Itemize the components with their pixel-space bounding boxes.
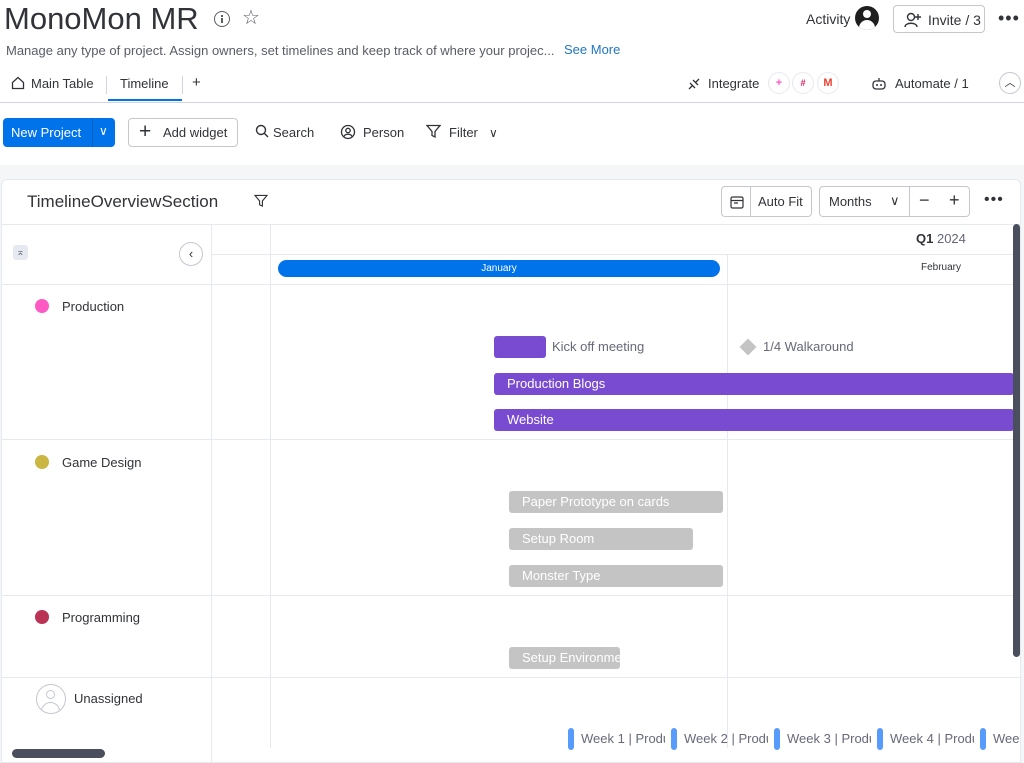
- gmail-icon[interactable]: M: [817, 72, 839, 94]
- timeline-item-week-3[interactable]: Week 3 | Production: [774, 728, 871, 750]
- timeline-item-setup-room[interactable]: Setup Room: [509, 528, 693, 550]
- integrate-icon: [686, 76, 702, 97]
- vertical-scrollbar[interactable]: [1013, 224, 1020, 657]
- timeline-item-week-5[interactable]: Week 5 | Production: [980, 728, 1020, 750]
- month-february: February: [921, 262, 962, 273]
- robot-icon: [871, 76, 887, 97]
- group-game-design[interactable]: Game Design: [62, 455, 141, 470]
- info-icon[interactable]: [214, 11, 230, 27]
- plus-icon: +: [139, 120, 152, 143]
- zoom-controls: − +: [909, 186, 970, 217]
- board-title[interactable]: MonoMon MR: [4, 0, 199, 38]
- timeline-item-monster-type[interactable]: Monster Type: [509, 565, 723, 587]
- automate-button[interactable]: Automate / 1: [895, 76, 969, 91]
- board-description: Manage any type of project. Assign owner…: [6, 43, 555, 58]
- chevron-down-icon: ∨: [890, 193, 900, 208]
- filter-button[interactable]: Filter: [449, 125, 478, 140]
- milestone-label: 1/4 Walkaround: [763, 339, 854, 354]
- star-icon[interactable]: ☆: [242, 6, 260, 30]
- tab-main-table[interactable]: Main Table: [11, 76, 94, 91]
- add-widget-button[interactable]: + Add widget: [128, 118, 238, 147]
- scale-value: Months: [829, 194, 872, 209]
- filter-chevron-down-icon[interactable]: ∨: [489, 126, 498, 140]
- chevron-left-icon[interactable]: ‹: [179, 242, 203, 266]
- group-programming[interactable]: Programming: [62, 610, 140, 625]
- section-title: TimelineOverviewSection: [27, 192, 219, 211]
- add-view-button[interactable]: +: [192, 74, 201, 91]
- board-more-icon[interactable]: •••: [984, 191, 1004, 209]
- zoom-in-button[interactable]: +: [949, 190, 960, 211]
- group-color-dot: [35, 610, 49, 624]
- new-project-button[interactable]: New Project ∨: [3, 118, 115, 147]
- more-options-icon[interactable]: •••: [998, 8, 1020, 29]
- see-more-link[interactable]: See More: [564, 42, 620, 57]
- search-button[interactable]: Search: [273, 125, 314, 140]
- active-tab-indicator: [108, 99, 182, 101]
- collapse-header-icon[interactable]: ︿: [999, 72, 1021, 94]
- group-production[interactable]: Production: [62, 299, 124, 314]
- timeline-item-setup-environment[interactable]: Setup Environment: [509, 647, 620, 669]
- invite-label: Invite / 3: [928, 12, 981, 28]
- invite-button[interactable]: Invite / 3: [893, 5, 985, 33]
- person-filter-button[interactable]: Person: [363, 125, 404, 140]
- group-color-dot: [35, 299, 49, 313]
- zoom-out-button[interactable]: −: [919, 190, 930, 211]
- calendar-icon: [730, 196, 744, 209]
- auto-fit-label: Auto Fit: [758, 194, 803, 209]
- person-icon: [340, 124, 356, 145]
- chevron-down-icon[interactable]: ∨: [99, 124, 108, 138]
- item-label: Kick off meeting: [552, 339, 645, 354]
- tab-timeline[interactable]: Timeline: [120, 76, 169, 91]
- timeline-item-kick-off[interactable]: [494, 336, 546, 358]
- group-color-dot: [35, 455, 49, 469]
- month-january: January: [278, 260, 720, 277]
- timeline-item-week-4[interactable]: Week 4 | Production: [877, 728, 974, 750]
- filter-icon: [425, 124, 442, 144]
- activity-button[interactable]: Activity: [806, 11, 850, 27]
- user-avatar[interactable]: [855, 6, 879, 30]
- integrate-button[interactable]: Integrate: [708, 76, 759, 91]
- timeline-item-website[interactable]: Website: [494, 409, 1014, 431]
- unassigned-avatar-icon: [36, 684, 66, 714]
- tab-label: Main Table: [31, 76, 94, 91]
- scale-select[interactable]: Months ∨: [819, 186, 910, 217]
- home-icon: [11, 76, 25, 90]
- timeline-item-paper-prototype[interactable]: Paper Prototype on cards: [509, 491, 723, 513]
- app-icon-1[interactable]: +: [768, 72, 790, 94]
- timeline-item-production-blogs[interactable]: Production Blogs: [494, 373, 1014, 395]
- slack-icon[interactable]: #: [792, 72, 814, 94]
- search-icon: [255, 124, 269, 143]
- horizontal-scrollbar[interactable]: [12, 749, 105, 758]
- quarter-label: Q1 2024: [916, 231, 966, 246]
- add-widget-label: Add widget: [163, 125, 228, 140]
- timeline-item-week-1[interactable]: Week 1 | Production: [568, 728, 665, 750]
- section-filter-icon[interactable]: [253, 194, 269, 213]
- collapse-all-icon[interactable]: ⌅: [13, 245, 28, 260]
- new-project-label: New Project: [11, 125, 82, 140]
- timeline-item-week-2[interactable]: Week 2 | Production: [671, 728, 768, 750]
- group-unassigned[interactable]: Unassigned: [74, 691, 143, 706]
- auto-fit-button[interactable]: Auto Fit: [721, 186, 812, 217]
- add-person-icon: [904, 12, 921, 28]
